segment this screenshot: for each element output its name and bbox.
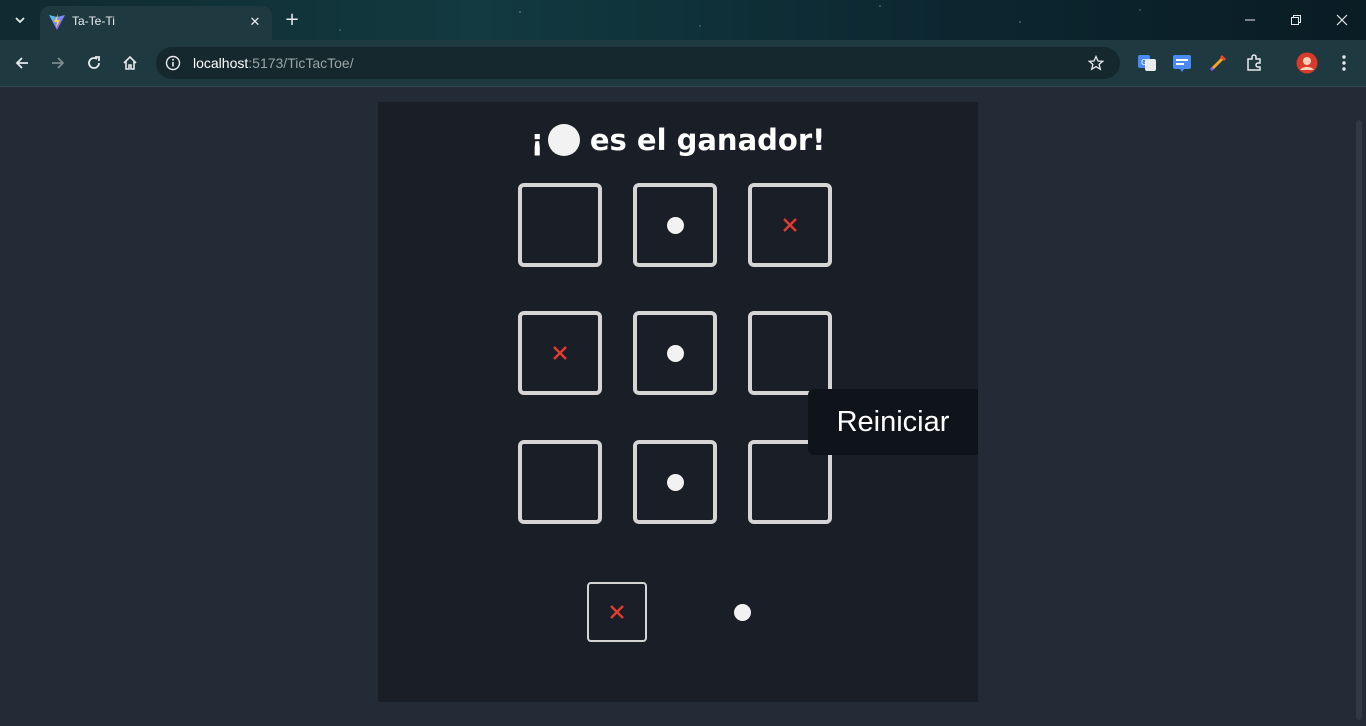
url-host: localhost <box>193 55 249 71</box>
page-scrollbar[interactable] <box>1356 120 1362 720</box>
board-cell-5[interactable] <box>633 311 717 395</box>
board-cell-7[interactable] <box>518 440 602 524</box>
vite-logo-icon <box>49 14 65 30</box>
winner-suffix: es el ganador! <box>589 123 826 157</box>
reset-button[interactable]: Reiniciar <box>808 389 978 455</box>
close-icon[interactable]: ✕ <box>246 13 264 31</box>
extension-icon[interactable] <box>1171 52 1193 74</box>
tab-title: Ta-Te-Ti <box>72 14 115 28</box>
back-icon[interactable] <box>10 51 34 75</box>
o-icon <box>733 603 751 621</box>
o-icon <box>666 216 684 234</box>
reload-icon[interactable] <box>82 51 106 75</box>
site-info-icon[interactable] <box>163 53 183 73</box>
turn-indicator-x <box>587 582 647 642</box>
new-tab-icon[interactable]: + <box>282 9 302 30</box>
o-icon <box>666 473 684 491</box>
board-cell-2[interactable] <box>633 183 717 267</box>
board-cell-8[interactable] <box>633 440 717 524</box>
minimize-icon[interactable] <box>1238 8 1262 32</box>
pen-icon[interactable] <box>1207 52 1229 74</box>
url-path: :5173/TicTacToe/ <box>248 55 354 71</box>
window-close-icon[interactable] <box>1330 8 1354 32</box>
tab-search-icon[interactable] <box>8 8 32 32</box>
browser-tab-strip: Ta-Te-Ti ✕ + <box>0 0 1366 40</box>
x-icon <box>610 605 624 619</box>
translate-icon[interactable]: G <box>1136 52 1158 74</box>
url-text: localhost:5173/TicTacToe/ <box>193 55 354 71</box>
puzzle-icon[interactable] <box>1243 52 1265 74</box>
board-cell-1[interactable] <box>518 183 602 267</box>
menu-icon[interactable] <box>1333 52 1355 74</box>
home-icon[interactable] <box>118 51 142 75</box>
x-icon <box>553 346 567 360</box>
board-cell-4[interactable] <box>518 311 602 395</box>
browser-tab[interactable]: Ta-Te-Ti ✕ <box>40 6 272 40</box>
turn-indicator-o <box>712 582 772 642</box>
svg-text:G: G <box>1141 58 1147 67</box>
browser-toolbar: localhost:5173/TicTacToe/ G <box>0 40 1366 87</box>
winner-prefix: ¡ <box>530 123 544 157</box>
board-cell-6[interactable] <box>748 311 832 395</box>
winner-title: ¡ es el ganador! <box>378 118 978 162</box>
board-cell-3[interactable] <box>748 183 832 267</box>
profile-icon[interactable] <box>1296 52 1318 74</box>
restore-icon[interactable] <box>1284 8 1308 32</box>
x-icon <box>783 218 797 232</box>
forward-icon[interactable] <box>46 51 70 75</box>
winner-o-icon <box>547 124 580 156</box>
address-bar[interactable]: localhost:5173/TicTacToe/ <box>156 47 1120 79</box>
o-icon <box>666 344 684 362</box>
bookmark-star-icon[interactable] <box>1086 53 1106 73</box>
